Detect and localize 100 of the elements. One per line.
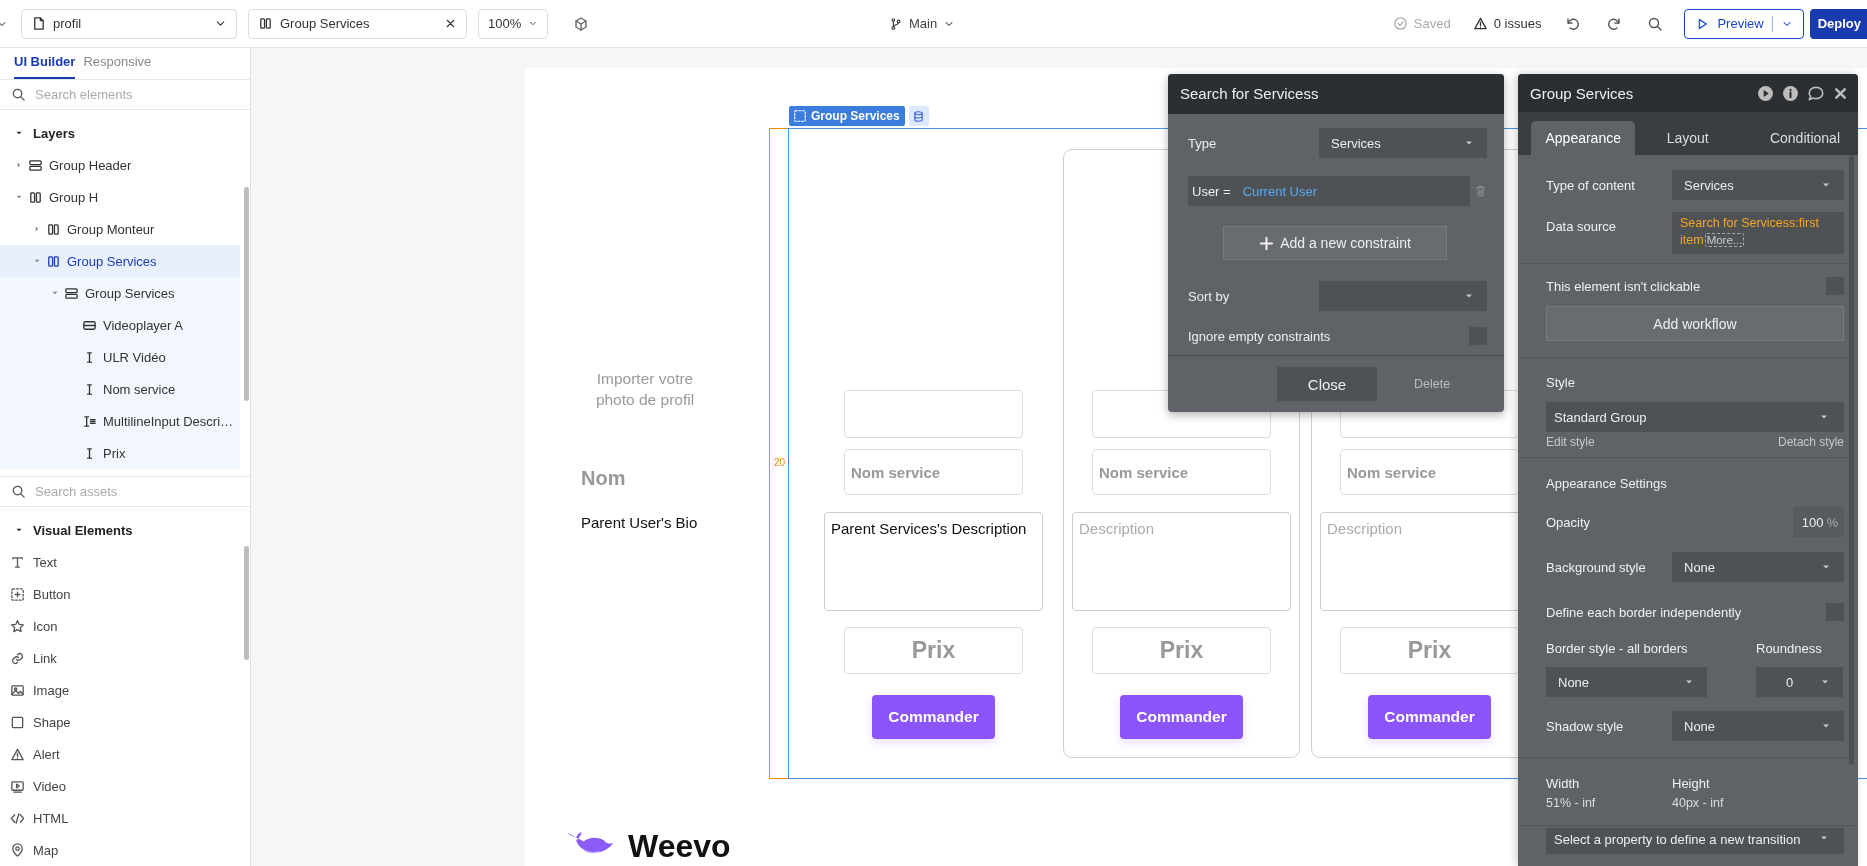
layer-item[interactable]: Group Services: [0, 277, 240, 310]
panel-tab[interactable]: Layout: [1635, 121, 1740, 155]
element-item[interactable]: Text: [0, 546, 250, 578]
element-item[interactable]: Alert: [0, 738, 250, 770]
panel-title: Group Services: [1530, 84, 1635, 102]
style-dropdown[interactable]: Standard Group: [1546, 402, 1844, 432]
link-icon: [10, 650, 25, 666]
field-label: Background style: [1546, 559, 1647, 575]
issues-button[interactable]: 0 issues: [1472, 16, 1542, 31]
close-button[interactable]: Close: [1277, 367, 1377, 401]
stacked-rows-icon: [64, 285, 79, 301]
size-value: 40px - inf: [1672, 796, 1725, 810]
scrollbar[interactable]: [1849, 155, 1854, 765]
check-circle-icon: [1392, 16, 1408, 31]
element-item[interactable]: HTML: [0, 802, 250, 834]
section-header[interactable]: Visual Elements: [0, 514, 250, 546]
element-item[interactable]: Shape: [0, 706, 250, 738]
opacity-field[interactable]: 100 %: [1793, 507, 1844, 537]
redo-icon[interactable]: [1606, 15, 1623, 32]
columns-icon: [46, 221, 61, 237]
layer-item[interactable]: Group Services: [0, 245, 240, 278]
branch-dropdown[interactable]: Main: [889, 16, 956, 31]
field-label: This element isn't clickable: [1546, 278, 1702, 294]
field-label: Width: [1546, 776, 1581, 791]
close-icon[interactable]: [444, 17, 457, 30]
cube-icon[interactable]: [573, 15, 589, 32]
photo-upload-text: Importer votre photo de profil: [594, 369, 696, 410]
field-label: Sort by: [1188, 288, 1231, 304]
page-dropdown[interactable]: profil: [21, 8, 237, 39]
asset-search-field[interactable]: Search assets: [35, 480, 225, 503]
order-button[interactable]: Commander: [1120, 695, 1243, 739]
search-icon: [11, 484, 26, 499]
layer-item[interactable]: Prix: [0, 437, 240, 470]
panel-tab[interactable]: Responsive: [83, 48, 152, 79]
border-style-dropdown[interactable]: None: [1546, 667, 1707, 697]
field-label: Height: [1672, 776, 1711, 791]
layer-item[interactable]: ULR Vidéo: [0, 341, 240, 374]
layer-item[interactable]: MultilineInput Descri…: [0, 405, 240, 438]
field-label: Style: [1546, 375, 1576, 391]
size-value: 51% - inf: [1546, 796, 1597, 810]
field-label: Border style - all borders: [1546, 640, 1689, 656]
panel-tab[interactable]: Conditional: [1739, 121, 1858, 155]
section-title: Appearance Settings: [1546, 476, 1668, 492]
search-icon[interactable]: [1647, 15, 1664, 32]
layer-item[interactable]: Nom service: [0, 373, 240, 406]
description-field[interactable]: Parent Services's Description: [824, 512, 1043, 611]
close-icon[interactable]: [1833, 85, 1848, 101]
page-icon: [31, 16, 46, 31]
preview-button[interactable]: Preview: [1684, 8, 1804, 39]
input-field[interactable]: [844, 390, 1023, 438]
order-button[interactable]: Commander: [1368, 695, 1491, 739]
element-item[interactable]: Image: [0, 674, 250, 706]
trash-icon[interactable]: [1473, 184, 1487, 198]
transition-dropdown[interactable]: Select a property to define a new transition: [1546, 828, 1844, 854]
columns-icon: [46, 253, 61, 269]
selection-tag[interactable]: Group Services: [789, 106, 905, 126]
field-label: Shadow style: [1546, 718, 1625, 734]
add-constraint-button[interactable]: Add a new constraint: [1223, 226, 1447, 260]
columns-icon: [258, 16, 273, 31]
layer-item[interactable]: Group Monteur: [0, 213, 240, 246]
layer-item[interactable]: Group H: [0, 181, 240, 214]
branch-icon: [889, 16, 903, 31]
element-item[interactable]: Map: [0, 834, 250, 866]
data-button[interactable]: [908, 106, 929, 126]
play-icon[interactable]: [1757, 84, 1774, 102]
edit-style-link[interactable]: Edit style: [1546, 435, 1595, 449]
type-dropdown[interactable]: Services: [1319, 128, 1487, 158]
zoom-dropdown[interactable]: 100%: [478, 8, 548, 39]
shadow-style-dropdown[interactable]: None: [1672, 711, 1844, 741]
info-icon[interactable]: [1782, 84, 1799, 102]
scrollbar[interactable]: [244, 546, 249, 660]
background-style-dropdown[interactable]: None: [1672, 552, 1844, 582]
element-item[interactable]: Link: [0, 642, 250, 674]
add-workflow-button[interactable]: Add workflow: [1546, 306, 1844, 341]
element-tab[interactable]: Group Services: [248, 8, 467, 39]
more-link[interactable]: More...: [1704, 233, 1745, 247]
panel-tab[interactable]: UI Builder: [14, 48, 76, 79]
element-item[interactable]: Button: [0, 578, 250, 610]
section-header[interactable]: Layers: [0, 117, 250, 150]
data-source-field[interactable]: Search for Servicess:first item More...: [1672, 212, 1844, 254]
type-dropdown[interactable]: Services: [1672, 170, 1844, 200]
constraint-key: User =: [1192, 183, 1231, 199]
comment-icon[interactable]: [1807, 84, 1825, 102]
field-label: Type of content: [1546, 177, 1636, 193]
element-item[interactable]: Video: [0, 770, 250, 802]
element-search-field[interactable]: Search elements: [35, 83, 225, 106]
scrollbar[interactable]: [244, 187, 249, 402]
deploy-button[interactable]: Deploy: [1809, 8, 1867, 39]
warning-icon: [1472, 16, 1488, 31]
field-label: Define each border independently: [1546, 604, 1743, 620]
map-pin-icon: [10, 842, 25, 858]
detach-style-link[interactable]: Detach style: [1777, 435, 1844, 449]
element-item[interactable]: Icon: [0, 610, 250, 642]
undo-icon[interactable]: [1565, 15, 1582, 32]
panel-tab[interactable]: Appearance: [1531, 121, 1636, 155]
constraint-field[interactable]: User = Current User: [1188, 176, 1470, 206]
layer-item[interactable]: Group Header: [0, 149, 240, 182]
order-button[interactable]: Commander: [872, 695, 995, 739]
roundness-dropdown[interactable]: 0: [1756, 667, 1843, 697]
layer-item[interactable]: Videoplayer A: [0, 309, 240, 342]
